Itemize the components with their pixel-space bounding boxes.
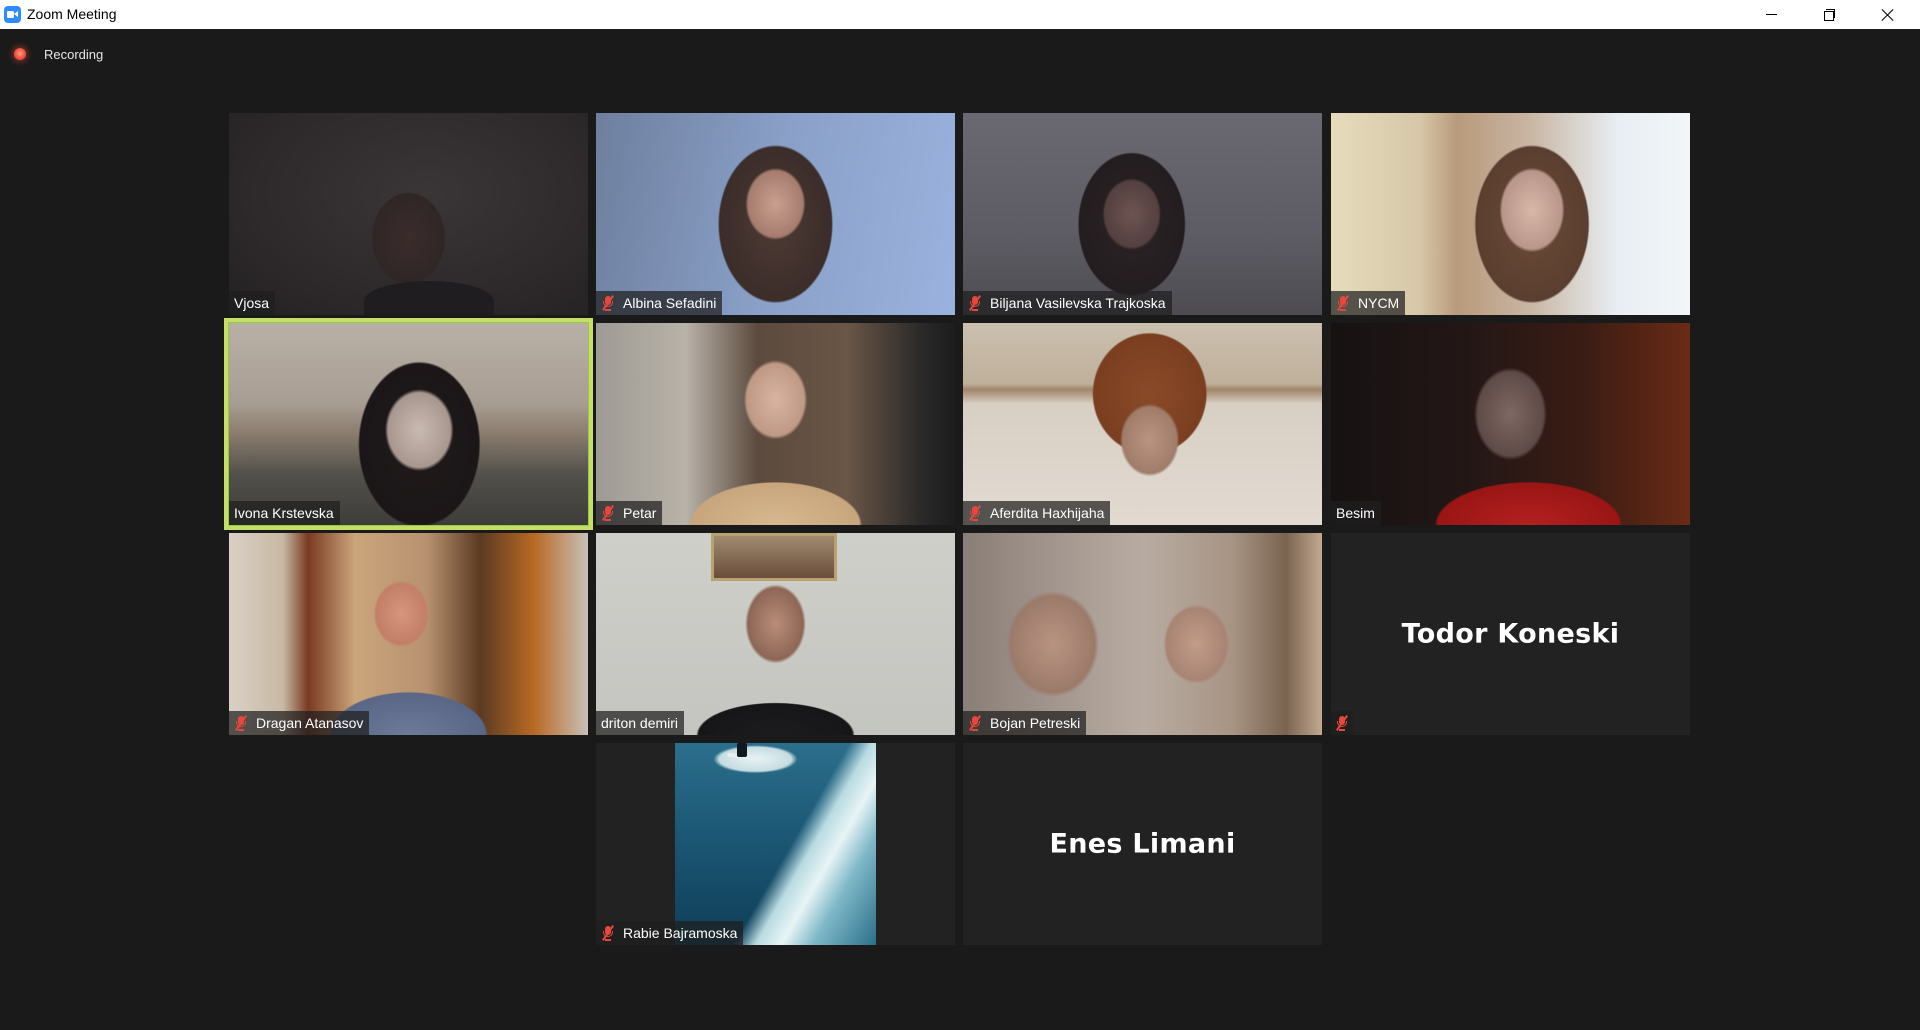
participant-tile[interactable]: Bojan Petreski: [963, 533, 1322, 735]
mic-muted-icon: [601, 925, 615, 941]
participant-tile[interactable]: NYCM: [1331, 113, 1690, 315]
participant-name-label: Vjosa: [229, 291, 276, 315]
participant-name-label: Rabie Bajramoska: [596, 921, 744, 945]
participant-tile[interactable]: Petar: [596, 323, 955, 525]
participant-video: [596, 533, 955, 735]
restore-button[interactable]: [1800, 0, 1858, 29]
participant-name: Dragan Atanasov: [256, 715, 364, 731]
participant-video: [1331, 323, 1690, 525]
mic-muted-icon: [601, 295, 615, 311]
participant-name-label: Besim: [1331, 501, 1381, 525]
participant-tile-video-off[interactable]: Enes Limani: [963, 743, 1322, 945]
participant-name-label: Biljana Vasilevska Trajkoska: [963, 291, 1172, 315]
participant-tile[interactable]: Vjosa: [229, 113, 588, 315]
recording-dot-icon: [14, 48, 26, 60]
participant-name-label: Bojan Petreski: [963, 711, 1087, 735]
participant-name: Aferdita Haxhijaha: [990, 505, 1105, 521]
participant-video: [963, 113, 1322, 315]
participant-name: Bojan Petreski: [990, 715, 1081, 731]
participant-tile-active-speaker[interactable]: Ivona Krstevska: [229, 323, 588, 525]
mic-muted-icon: [601, 505, 615, 521]
participant-tile[interactable]: Albina Sefadini: [596, 113, 955, 315]
participant-name: Besim: [1336, 505, 1375, 521]
participant-video: [229, 323, 588, 525]
participant-name-label: NYCM: [1331, 291, 1406, 315]
window-title: Zoom Meeting: [27, 6, 117, 22]
recording-label: Recording: [44, 46, 104, 62]
participant-video: [229, 113, 588, 315]
close-button[interactable]: [1858, 0, 1916, 29]
participant-tile[interactable]: Rabie Bajramoska: [596, 743, 955, 945]
participant-name: Ivona Krstevska: [234, 505, 334, 521]
mic-muted-icon: [1336, 295, 1350, 311]
participant-name: Biljana Vasilevska Trajkoska: [990, 295, 1166, 311]
participant-name-label: Albina Sefadini: [596, 291, 723, 315]
participant-name: NYCM: [1358, 295, 1400, 311]
participant-name-label: driton demiri: [596, 711, 685, 735]
mic-muted-icon: [1335, 715, 1349, 731]
participant-name: Rabie Bajramoska: [623, 925, 738, 941]
zoom-app-icon: [4, 6, 21, 23]
participant-name: Albina Sefadini: [623, 295, 717, 311]
participant-tile[interactable]: Aferdita Haxhijaha: [963, 323, 1322, 525]
minimize-button[interactable]: [1742, 0, 1800, 29]
restore-icon: [1823, 9, 1835, 21]
participant-tile[interactable]: Biljana Vasilevska Trajkoska: [963, 113, 1322, 315]
participant-name-label: Ivona Krstevska: [229, 501, 340, 525]
participant-name-label: Petar: [596, 501, 663, 525]
participant-video: [963, 533, 1322, 735]
participant-name-label: Dragan Atanasov: [229, 711, 370, 735]
recording-indicator[interactable]: Recording: [14, 44, 103, 64]
participant-tile[interactable]: Besim: [1331, 323, 1690, 525]
participant-video: [596, 113, 955, 315]
mic-muted-icon: [968, 505, 982, 521]
participant-video: [229, 533, 588, 735]
minimize-icon: [1765, 14, 1777, 15]
participant-display-name: Enes Limani: [1049, 828, 1236, 860]
mic-muted-icon: [234, 715, 248, 731]
participant-name: driton demiri: [601, 715, 679, 731]
participant-name-label: Aferdita Haxhijaha: [963, 501, 1111, 525]
participant-name-label: [1331, 711, 1353, 735]
participant-tile-video-off[interactable]: Todor Koneski: [1331, 533, 1690, 735]
participant-display-name: Todor Koneski: [1401, 618, 1620, 650]
window-titlebar: Zoom Meeting: [0, 0, 1920, 29]
participant-video: [963, 323, 1322, 525]
participant-name: Vjosa: [234, 295, 270, 311]
close-icon: [1880, 8, 1894, 22]
participant-tile[interactable]: driton demiri: [596, 533, 955, 735]
participant-video: [596, 323, 955, 525]
mic-muted-icon: [968, 715, 982, 731]
mic-muted-icon: [968, 295, 982, 311]
participant-video: [1331, 113, 1690, 315]
participant-profile-picture: [675, 743, 876, 945]
participant-tile[interactable]: Dragan Atanasov: [229, 533, 588, 735]
participant-name: Petar: [623, 505, 657, 521]
